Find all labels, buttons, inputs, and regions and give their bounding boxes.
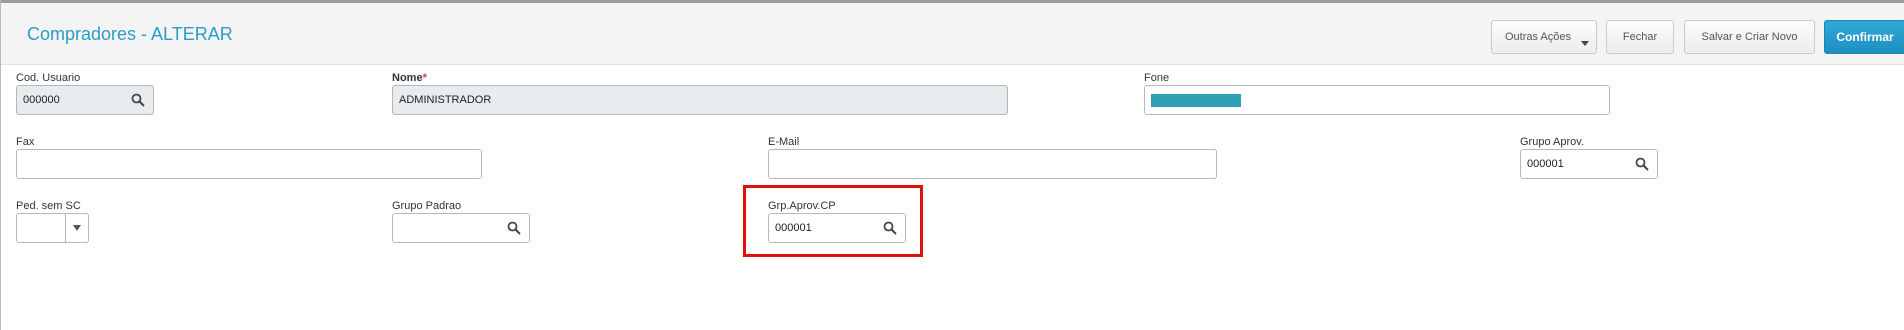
- chevron-down-icon[interactable]: [65, 214, 88, 242]
- ped-sem-sc-select[interactable]: [16, 213, 89, 243]
- search-icon[interactable]: [131, 93, 145, 107]
- search-icon[interactable]: [883, 221, 897, 235]
- fax-field[interactable]: [16, 149, 482, 179]
- search-icon[interactable]: [507, 221, 521, 235]
- fax-label: Fax: [16, 136, 35, 148]
- grupo-aprov-value: 000001: [1527, 158, 1564, 170]
- page-header: Compradores - ALTERAR Outras Ações Fecha…: [1, 3, 1904, 65]
- fechar-button[interactable]: Fechar: [1606, 20, 1674, 54]
- nome-field[interactable]: ADMINISTRADOR: [392, 85, 1008, 115]
- grp-aprov-cp-label: Grp.Aprov.CP: [768, 200, 836, 212]
- confirmar-label: Confirmar: [1836, 30, 1894, 44]
- cod-usuario-value: 000000: [23, 94, 60, 106]
- nome-label: Nome*: [392, 72, 427, 84]
- salvar-criar-novo-label: Salvar e Criar Novo: [1701, 31, 1798, 43]
- nome-value: ADMINISTRADOR: [399, 94, 492, 106]
- search-icon[interactable]: [1635, 157, 1649, 171]
- cod-usuario-field[interactable]: 000000: [16, 85, 154, 115]
- grp-aprov-cp-value: 000001: [775, 222, 812, 234]
- fechar-label: Fechar: [1622, 31, 1658, 43]
- page-title: Compradores - ALTERAR: [27, 24, 233, 44]
- required-mark: *: [422, 72, 427, 84]
- fone-field[interactable]: [1144, 85, 1610, 115]
- grupo-aprov-field[interactable]: 000001: [1520, 149, 1658, 179]
- email-label: E-Mail: [768, 136, 800, 148]
- grp-aprov-cp-field[interactable]: 000001: [768, 213, 906, 243]
- outras-acoes-label: Outras Ações: [1504, 31, 1572, 43]
- outras-acoes-button[interactable]: Outras Ações: [1491, 20, 1597, 54]
- confirmar-button[interactable]: Confirmar: [1824, 20, 1904, 54]
- caret-down-icon: [1581, 41, 1589, 46]
- cod-usuario-label: Cod. Usuario: [16, 72, 81, 84]
- nome-label-text: Nome: [392, 72, 423, 84]
- email-field[interactable]: [768, 149, 1217, 179]
- fone-label: Fone: [1144, 72, 1170, 84]
- salvar-criar-novo-button[interactable]: Salvar e Criar Novo: [1684, 20, 1815, 54]
- grupo-padrao-label: Grupo Padrao: [392, 200, 462, 212]
- masked-value: [1151, 93, 1241, 107]
- grupo-padrao-field[interactable]: [392, 213, 530, 243]
- ped-sem-sc-label: Ped. sem SC: [16, 200, 81, 212]
- grupo-aprov-label: Grupo Aprov.: [1520, 136, 1584, 148]
